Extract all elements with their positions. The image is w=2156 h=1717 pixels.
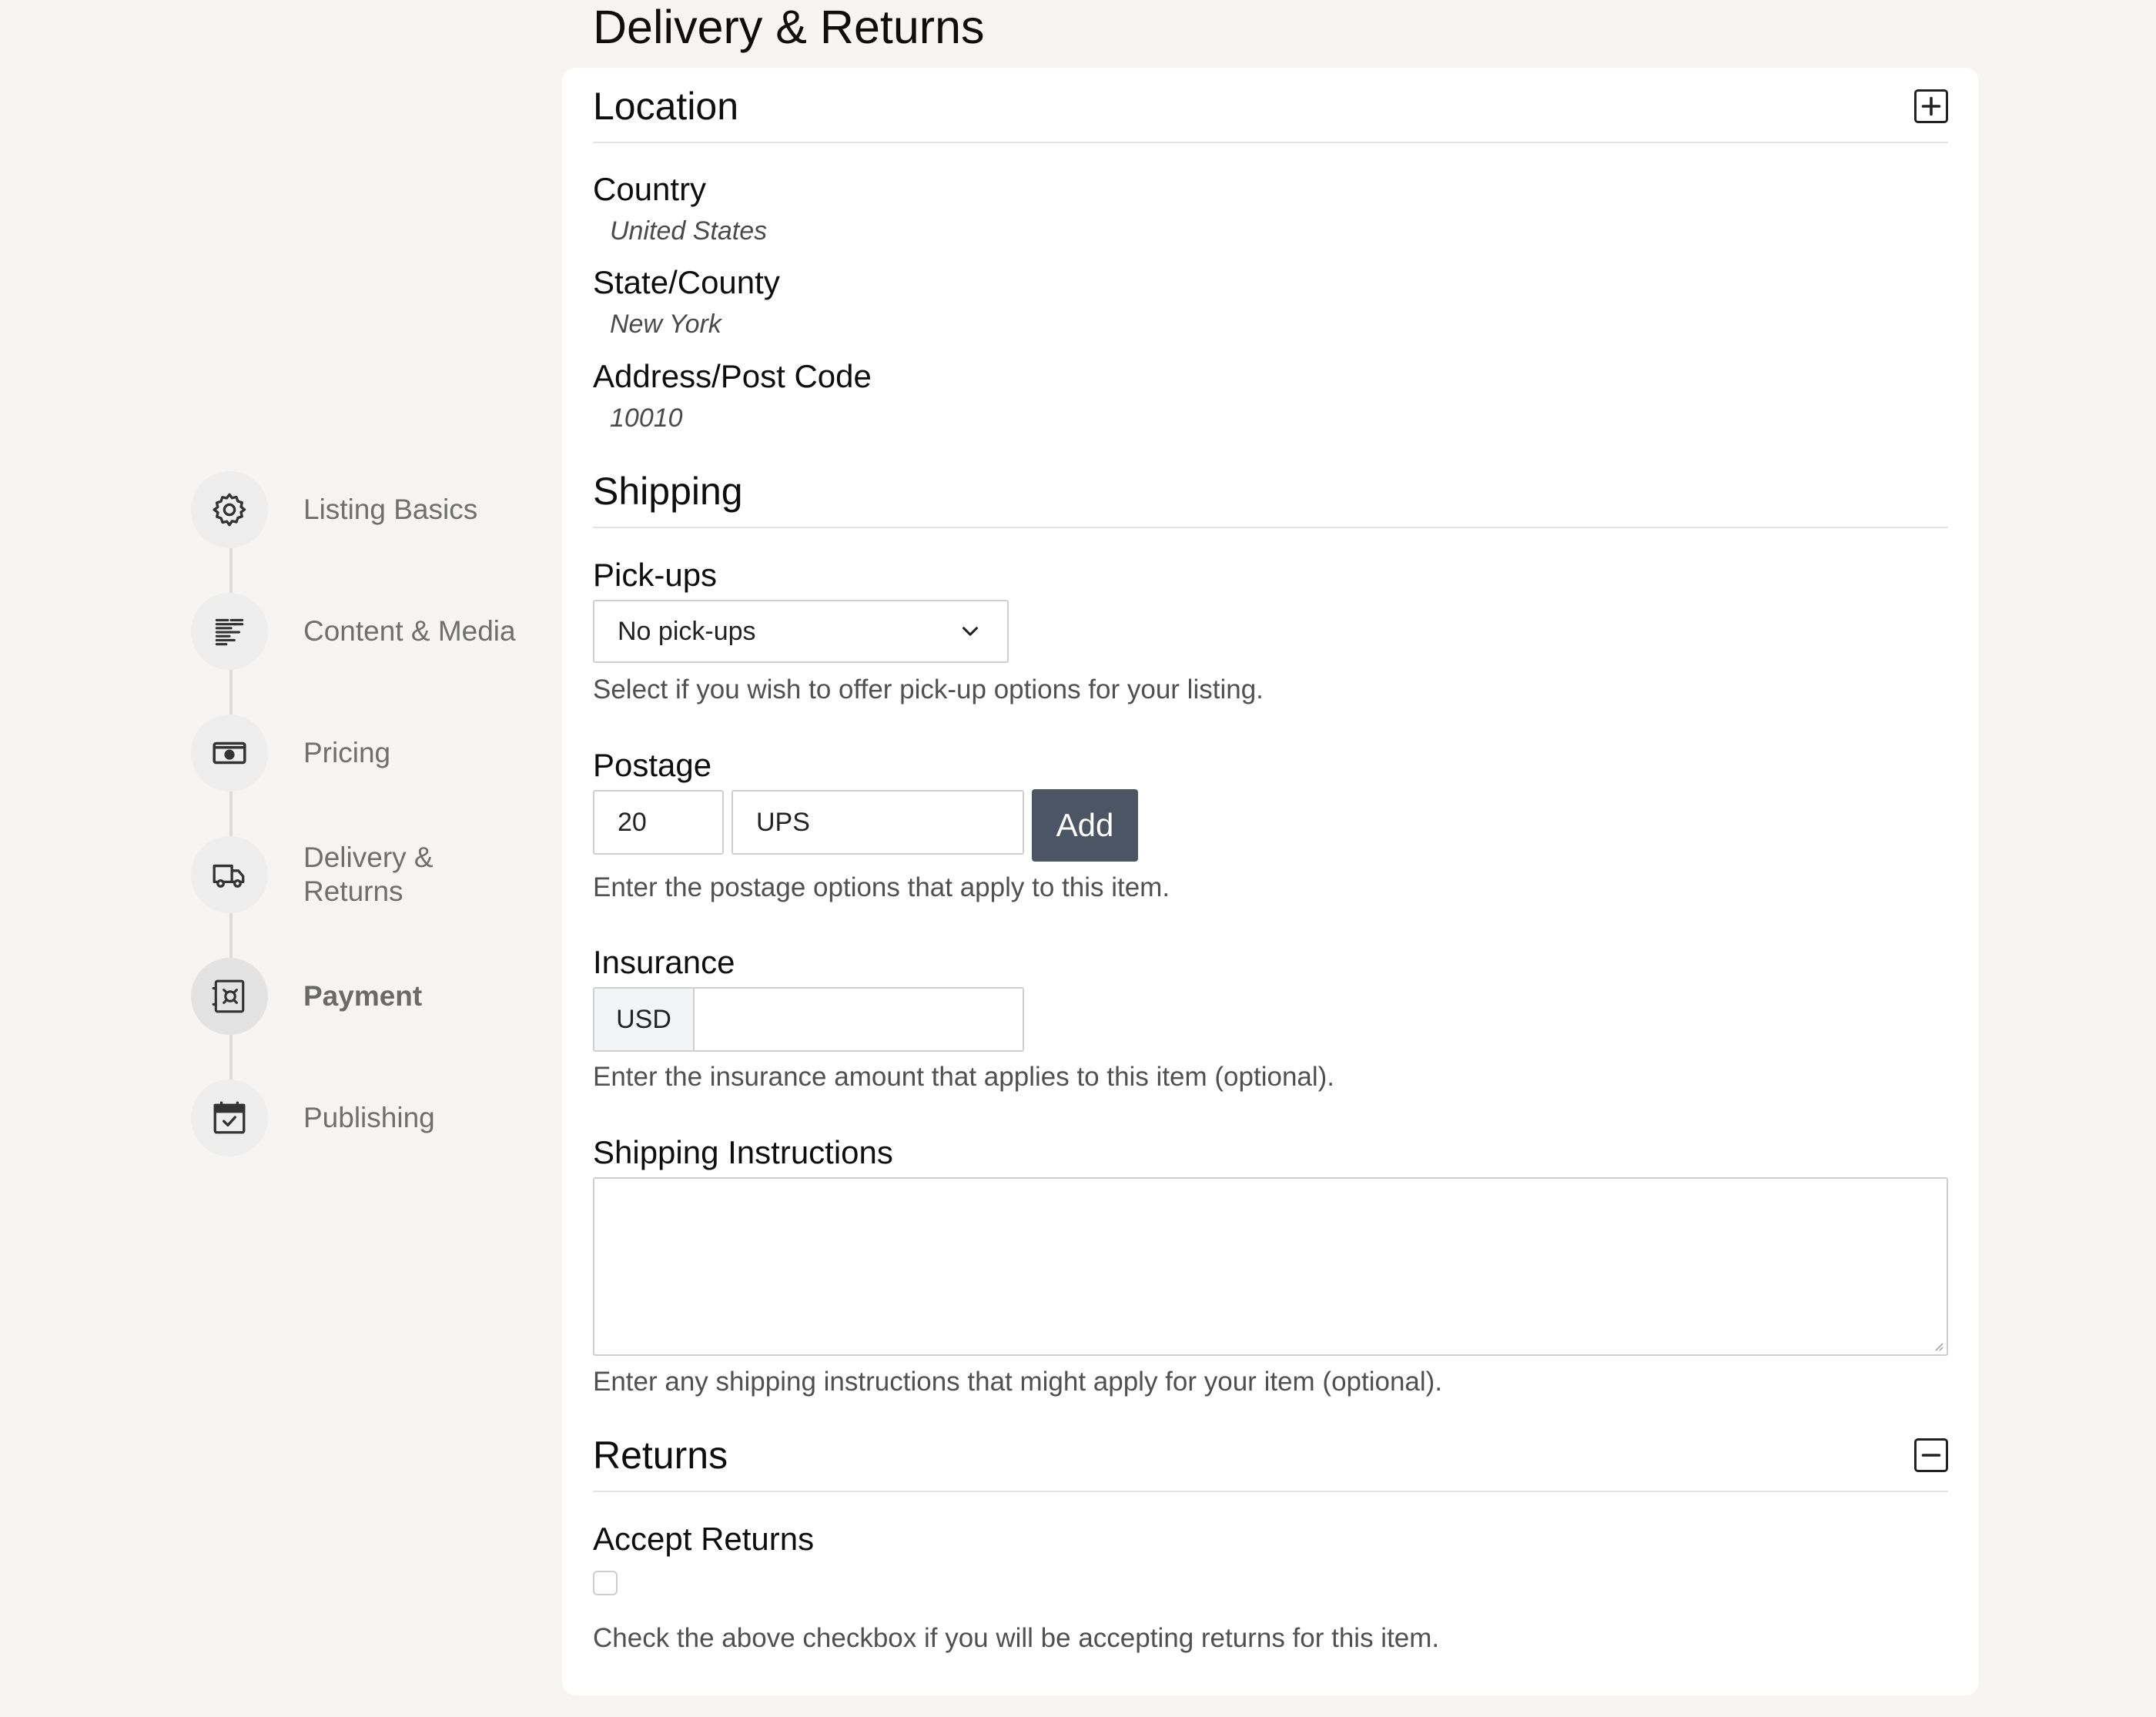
- shipping-title: Shipping: [593, 470, 743, 513]
- plus-square-icon: [1921, 96, 1941, 116]
- step-listing-basics[interactable]: Listing Basics: [191, 469, 545, 551]
- shipping-instructions-textarea[interactable]: [593, 1177, 1948, 1356]
- state-value: New York: [610, 310, 721, 339]
- pickups-help: Select if you wish to offer pick-up opti…: [593, 674, 1264, 705]
- step-label: Delivery & Returns: [303, 842, 434, 907]
- step-connector: [229, 913, 233, 958]
- delivery-returns-panel: Location Country United States State/Cou…: [562, 68, 1979, 1695]
- step-connector: [229, 670, 233, 715]
- accept-returns-label: Accept Returns: [593, 1521, 815, 1557]
- postage-amount-input[interactable]: 20: [593, 790, 724, 855]
- shipping-section-header: Shipping: [593, 453, 1948, 528]
- shipping-instructions-help: Enter any shipping instructions that mig…: [593, 1367, 1443, 1397]
- address-value: 10010: [610, 403, 683, 433]
- location-section-header: Location: [593, 68, 1948, 143]
- step-pricing[interactable]: Pricing: [191, 712, 545, 794]
- minus-square-icon: [1921, 1454, 1941, 1457]
- cash-icon: [191, 715, 268, 792]
- add-postage-button[interactable]: Add: [1032, 789, 1138, 862]
- insurance-currency-addon: USD: [593, 987, 695, 1052]
- step-delivery-returns[interactable]: Delivery & Returns: [191, 834, 545, 915]
- insurance-amount-input[interactable]: [693, 987, 1024, 1052]
- returns-collapse-button[interactable]: [1914, 1438, 1948, 1472]
- accept-returns-help: Check the above checkbox if you will be …: [593, 1623, 1440, 1653]
- step-label: Listing Basics: [303, 494, 478, 525]
- safe-icon: [191, 958, 268, 1035]
- insurance-label: Insurance: [593, 944, 735, 980]
- step-label: Payment: [303, 980, 423, 1012]
- truck-icon: [191, 836, 268, 913]
- step-publishing[interactable]: Publishing: [191, 1077, 545, 1159]
- calendar-check-icon: [191, 1079, 268, 1156]
- page-title: Delivery & Returns: [593, 1, 985, 53]
- step-content-media[interactable]: Content & Media: [191, 591, 545, 672]
- step-label: Content & Media: [303, 615, 516, 647]
- country-value: United States: [610, 216, 768, 246]
- step-label: Pricing: [303, 737, 391, 768]
- pickups-select[interactable]: No pick-ups: [593, 600, 1009, 663]
- location-title: Location: [593, 85, 739, 128]
- accept-returns-checkbox[interactable]: [593, 1571, 618, 1595]
- step-label: Publishing: [303, 1102, 435, 1133]
- content-media-icon: [191, 593, 268, 670]
- country-label: Country: [593, 171, 707, 207]
- returns-section-header: Returns: [593, 1417, 1948, 1492]
- address-label: Address/Post Code: [593, 358, 872, 394]
- postage-carrier-input[interactable]: UPS: [732, 790, 1024, 855]
- step-connector: [229, 548, 233, 593]
- resize-handle-icon[interactable]: [1933, 1340, 1943, 1351]
- postage-help: Enter the postage options that apply to …: [593, 872, 1170, 902]
- insurance-help: Enter the insurance amount that applies …: [593, 1062, 1335, 1092]
- step-connector: [229, 1035, 233, 1079]
- step-navigation: Listing Basics Content & Media Pricing D…: [0, 0, 554, 1717]
- pickups-label: Pick-ups: [593, 557, 718, 593]
- step-payment[interactable]: Payment: [191, 956, 545, 1037]
- state-label: State/County: [593, 264, 780, 300]
- shipping-instructions-label: Shipping Instructions: [593, 1134, 893, 1170]
- chevron-down-icon: [962, 627, 978, 636]
- postage-label: Postage: [593, 747, 712, 783]
- returns-title: Returns: [593, 1434, 728, 1477]
- location-expand-button[interactable]: [1914, 89, 1948, 123]
- gear-icon: [191, 471, 268, 548]
- step-connector: [229, 792, 233, 836]
- pickups-selected-value: No pick-ups: [618, 616, 756, 646]
